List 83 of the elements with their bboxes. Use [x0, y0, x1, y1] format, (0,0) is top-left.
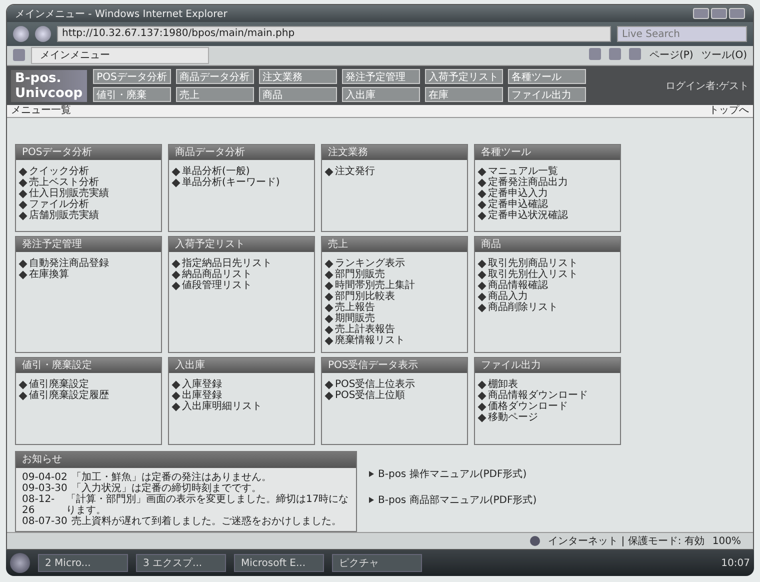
- toolbar-menu[interactable]: ツール(O): [701, 48, 747, 62]
- card-title: 商品データ分析: [169, 145, 314, 160]
- menu-link[interactable]: 商品削除リスト: [479, 302, 616, 313]
- menu-link[interactable]: 移動ページ: [479, 412, 616, 423]
- menu-link[interactable]: POS受信上位表示: [326, 379, 463, 390]
- menu-link[interactable]: 注文発行: [326, 166, 463, 177]
- news-text: 売上資料が遅れて到着しました。ご迷惑をおかけしました。: [71, 516, 342, 527]
- news-date: 08-07-30: [22, 516, 68, 527]
- browser-tab[interactable]: メインメニュー: [31, 46, 209, 64]
- menu-link[interactable]: 入庫登録: [173, 379, 310, 390]
- menu-link[interactable]: 廃棄情報リスト: [326, 335, 463, 346]
- taskbar-button[interactable]: 2 Micro...: [38, 554, 128, 572]
- menu-link[interactable]: 売上ベスト分析: [20, 177, 157, 188]
- card-title: 売上: [322, 237, 467, 252]
- menu-link[interactable]: 取引先別仕入リスト: [479, 269, 616, 280]
- menu-link[interactable]: 納品商品リスト: [173, 269, 310, 280]
- card-title: 入出庫: [169, 358, 314, 373]
- toolbar-menu[interactable]: ページ(P): [649, 48, 694, 62]
- menu-link[interactable]: 棚卸表: [479, 379, 616, 390]
- news-text: 「計算・部門別」画面の表示を変更しました。締切は17時になります。: [66, 494, 350, 516]
- start-button[interactable]: [10, 553, 30, 573]
- card-title: 入荷予定リスト: [169, 237, 314, 252]
- menu-link[interactable]: 売上報告: [326, 302, 463, 313]
- clock: 10:07: [721, 558, 750, 568]
- card-title: 値引・廃棄設定: [16, 358, 161, 373]
- menu-link[interactable]: 期間販売: [326, 313, 463, 324]
- menu-link[interactable]: 値引廃棄設定履歴: [20, 390, 157, 401]
- menu-link[interactable]: 価格ダウンロード: [479, 401, 616, 412]
- menu-link[interactable]: クイック分析: [20, 166, 157, 177]
- menu-link[interactable]: 定番申込状況確認: [479, 210, 616, 221]
- taskbar-button[interactable]: 3 エクスプ...: [136, 554, 226, 572]
- menu-link[interactable]: 入出庫明細リスト: [173, 401, 310, 412]
- card-title: 商品: [475, 237, 620, 252]
- menu-link[interactable]: マニュアル一覧: [479, 166, 616, 177]
- news-date: 09-03-30: [22, 483, 68, 494]
- news-date: 08-12-26: [22, 494, 56, 516]
- menu-link[interactable]: 商品情報確認: [479, 280, 616, 291]
- taskbar-button[interactable]: Microsoft E...: [234, 554, 324, 572]
- menu-link[interactable]: 定番申込確認: [479, 199, 616, 210]
- news-date: 09-04-02: [22, 472, 68, 483]
- top-link[interactable]: トップへ: [709, 105, 749, 117]
- menu-link[interactable]: 定番発注商品出力: [479, 177, 616, 188]
- card-title: 注文業務: [322, 145, 467, 160]
- menu-link[interactable]: 値段管理リスト: [173, 280, 310, 291]
- menu-link[interactable]: 指定納品日先リスト: [173, 258, 310, 269]
- menu-link[interactable]: 時間帯別売上集計: [326, 280, 463, 291]
- menu-link[interactable]: ファイル分析: [20, 199, 157, 210]
- menu-link[interactable]: 値引廃棄設定: [20, 379, 157, 390]
- menu-link[interactable]: 仕入日別販売実績: [20, 188, 157, 199]
- zoom-level[interactable]: 100%: [712, 536, 741, 546]
- card-title: POS受信データ表示: [322, 358, 467, 373]
- menu-link[interactable]: 部門別比較表: [326, 291, 463, 302]
- taskbar-button[interactable]: ピクチャ: [332, 554, 422, 572]
- menu-link[interactable]: 単品分析(一般): [173, 166, 310, 177]
- menu-link[interactable]: 出庫登録: [173, 390, 310, 401]
- manual-link[interactable]: B-pos 商品部マニュアル(PDF形式): [369, 493, 537, 507]
- card-title: POSデータ分析: [16, 145, 161, 160]
- menu-link[interactable]: 商品情報ダウンロード: [479, 390, 616, 401]
- menu-link[interactable]: ランキング表示: [326, 258, 463, 269]
- menu-link[interactable]: 売上計表報告: [326, 324, 463, 335]
- address-field[interactable]: http://10.32.67.137:1980/bpos/main/main.php: [57, 26, 611, 42]
- menu-link[interactable]: POS受信上位順: [326, 390, 463, 401]
- news-text: 「入力状況」は定番の締切時刻までです。: [71, 483, 262, 494]
- breadcrumb: メニュー一覧: [11, 105, 71, 117]
- menu-link[interactable]: 単品分析(キーワード): [173, 177, 310, 188]
- menu-link[interactable]: 在庫換算: [20, 269, 157, 280]
- window-title: メインメニュー - Windows Internet Explorer: [15, 8, 228, 21]
- user-label: ログイン者:ゲスト: [666, 80, 749, 92]
- menu-link[interactable]: 定番申込入力: [479, 188, 616, 199]
- search-field[interactable]: Live Search: [617, 26, 747, 42]
- app-logo: B-pos. Univcoop: [11, 70, 87, 102]
- menu-link[interactable]: 部門別販売: [326, 269, 463, 280]
- menu-link[interactable]: 自動発注商品登録: [20, 258, 157, 269]
- news-title: お知らせ: [16, 452, 356, 468]
- status-zone: インターネット | 保護モード: 有効: [548, 534, 704, 548]
- menu-link[interactable]: 取引先別商品リスト: [479, 258, 616, 269]
- card-title: ファイル出力: [475, 358, 620, 373]
- menu-link[interactable]: 商品入力: [479, 291, 616, 302]
- manual-link[interactable]: B-pos 操作マニュアル(PDF形式): [369, 467, 537, 481]
- menu-link[interactable]: 店舗別販売実績: [20, 210, 157, 221]
- news-text: 「加工・鮮魚」は定番の発注はありません。: [71, 472, 272, 483]
- card-title: 発注予定管理: [16, 237, 161, 252]
- card-title: 各種ツール: [475, 145, 620, 160]
